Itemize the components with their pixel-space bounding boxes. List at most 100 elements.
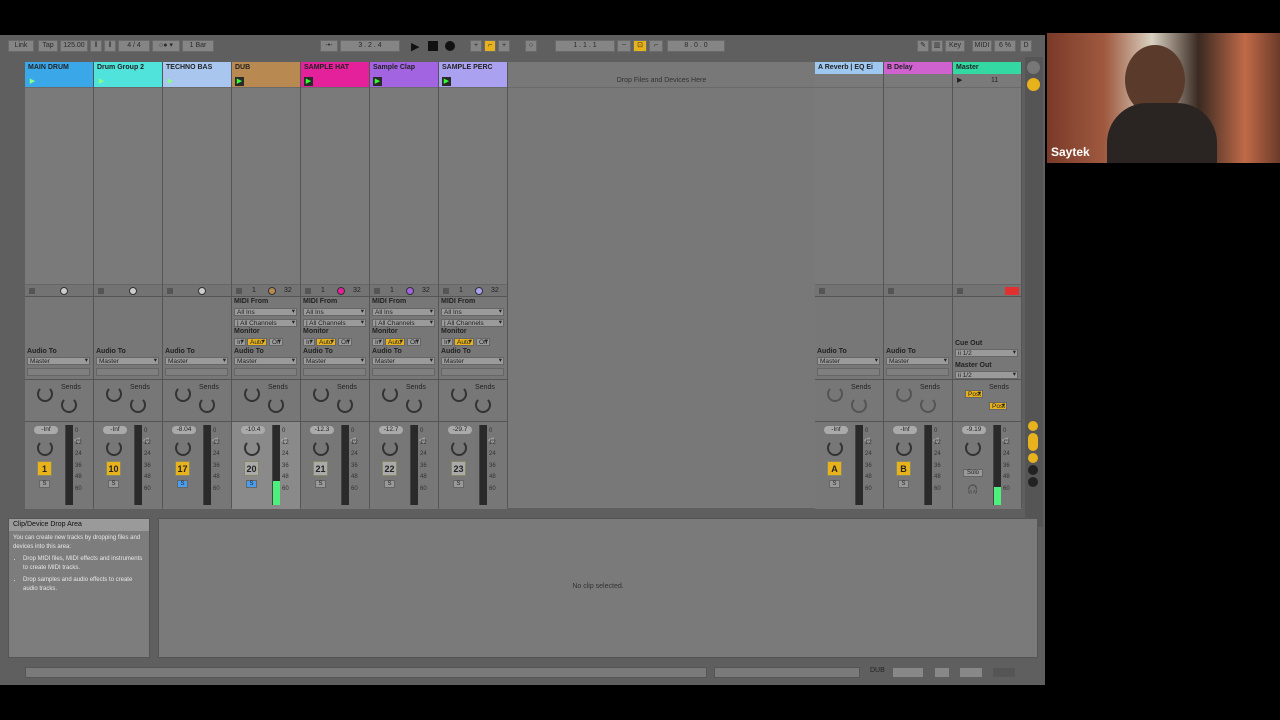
headphone-icon[interactable]: 🎧 [967, 484, 978, 495]
midi-channel-select[interactable]: | All Channels [234, 319, 297, 327]
clip-slot-grid[interactable] [94, 88, 162, 285]
punch-out-button[interactable]: ⌐ [649, 40, 663, 52]
track-activator-button[interactable]: 23 [451, 461, 466, 476]
track-activator-button[interactable]: 1 [37, 461, 52, 476]
pan-knob[interactable] [965, 440, 981, 456]
nudge-up-button[interactable]: ‖ [104, 40, 116, 52]
clip-stop-icon[interactable] [29, 288, 35, 294]
scene-launch-icon[interactable]: ▶ [957, 76, 962, 84]
crossfader-toggle-icon[interactable] [1028, 477, 1038, 487]
monitor-off-button[interactable]: Off [407, 338, 421, 346]
stop-button[interactable] [428, 41, 438, 51]
clip-stop-icon[interactable] [374, 288, 380, 294]
track-strip[interactable]: SAMPLE PERC ▶ 1 32 MIDI From All Ins | All Cha… [439, 62, 508, 509]
monitor-off-button[interactable]: Off [476, 338, 490, 346]
track-activator-button[interactable]: 10 [106, 461, 121, 476]
tap-button[interactable]: Tap [38, 40, 58, 52]
send-b-knob[interactable] [199, 397, 215, 413]
track-strip[interactable]: Sample Clap ▶ 1 32 MIDI From All Ins | All Cha… [370, 62, 439, 509]
solo-button[interactable]: S [453, 480, 464, 488]
sends-toggle-icon[interactable] [1028, 433, 1038, 451]
clip-slot[interactable] [815, 74, 883, 88]
audio-to-select[interactable]: Master [817, 357, 880, 365]
punch-in-button[interactable]: ~ [617, 40, 631, 52]
volume-value[interactable]: -Inf [103, 426, 127, 434]
clip-slot[interactable]: ▶ [163, 74, 231, 88]
solo-button[interactable]: S [829, 480, 840, 488]
monitor-auto-button[interactable]: Auto [385, 338, 405, 346]
pan-knob[interactable] [896, 440, 912, 456]
audio-to-select[interactable]: Master [441, 357, 504, 365]
mixer-toggle-icon[interactable] [1028, 465, 1038, 475]
clip-stop-icon[interactable] [98, 288, 104, 294]
post-button-b[interactable]: Post [989, 402, 1007, 410]
audio-to-select[interactable]: Master [372, 357, 435, 365]
solo-button[interactable]: S [384, 480, 395, 488]
track-name-header[interactable]: B Delay [884, 62, 952, 74]
returns-toggle-icon[interactable] [1028, 453, 1038, 463]
pan-knob[interactable] [382, 440, 398, 456]
audio-to-select[interactable]: Master [27, 357, 90, 365]
send-a-knob[interactable] [313, 386, 329, 402]
clip-slot-grid[interactable] [953, 88, 1021, 285]
audio-to-select[interactable]: Master [234, 357, 297, 365]
monitor-in-button[interactable]: In [441, 338, 453, 346]
solo-button[interactable]: S [108, 480, 119, 488]
io-toggle-icon[interactable] [1028, 421, 1038, 431]
audio-to-select[interactable]: Master [303, 357, 366, 365]
send-b-knob[interactable] [475, 397, 491, 413]
volume-value[interactable]: -10.4 [241, 426, 265, 434]
record-button[interactable] [445, 41, 455, 51]
clip-stop-icon[interactable] [443, 288, 449, 294]
time-signature-field[interactable]: 4 / 4 [118, 40, 150, 52]
clip-play-icon[interactable]: ▶ [28, 77, 37, 86]
clip-play-icon[interactable]: ▶ [166, 77, 175, 86]
clip-slot[interactable]: ▶ [232, 74, 300, 88]
clip-slot[interactable]: ▶ 11 [953, 74, 1021, 88]
clip-slot-grid[interactable] [232, 88, 300, 285]
monitor-auto-button[interactable]: Auto [454, 338, 474, 346]
pan-knob[interactable] [451, 440, 467, 456]
session-view-icon[interactable] [1027, 61, 1040, 74]
track-name-header[interactable]: SAMPLE PERC [439, 62, 507, 74]
pan-knob[interactable] [106, 440, 122, 456]
track-strip[interactable]: MAIN DRUM▶Audio ToMasterSends-Inf1S◁0122… [25, 62, 94, 509]
clip-stop-icon[interactable] [305, 288, 311, 294]
clip-slot[interactable]: ▶ [301, 74, 369, 88]
reenable-automation-button[interactable]: + [498, 40, 510, 52]
clip-play-icon[interactable]: ▶ [442, 77, 451, 86]
track-name-header[interactable]: A Reverb | EQ Ei [815, 62, 883, 74]
output-channel-field[interactable] [372, 368, 435, 376]
send-b-knob[interactable] [61, 397, 77, 413]
send-a-knob[interactable] [451, 386, 467, 402]
post-button-a[interactable]: Post [965, 390, 983, 398]
pan-knob[interactable] [37, 440, 53, 456]
return-activator-button[interactable]: A [827, 461, 842, 476]
send-b-knob[interactable] [920, 397, 936, 413]
volume-value[interactable]: -9.19 [962, 426, 986, 434]
send-a-knob[interactable] [244, 386, 260, 402]
monitor-auto-button[interactable]: Auto [247, 338, 267, 346]
send-b-knob[interactable] [130, 397, 146, 413]
loop-button[interactable]: ⊡ [633, 40, 647, 52]
pan-knob[interactable] [244, 440, 260, 456]
solo-button[interactable]: S [177, 480, 188, 488]
output-channel-field[interactable] [886, 368, 949, 376]
output-channel-field[interactable] [96, 368, 159, 376]
monitor-in-button[interactable]: In [234, 338, 246, 346]
monitor-in-button[interactable]: In [372, 338, 384, 346]
midi-from-select[interactable]: All Ins [303, 308, 366, 316]
clip-slot[interactable] [884, 74, 952, 88]
volume-value[interactable]: -Inf [824, 426, 848, 434]
send-a-knob[interactable] [175, 386, 191, 402]
midi-channel-select[interactable]: | All Channels [303, 319, 366, 327]
track-name-header[interactable]: DUB [232, 62, 300, 74]
metronome-button[interactable]: ○● ▾ [152, 40, 180, 52]
midi-from-select[interactable]: All Ins [441, 308, 504, 316]
return-strip[interactable]: A Reverb | EQ Ei Audio To Master Sends -Inf A… [815, 62, 884, 509]
clip-stop-icon[interactable] [957, 288, 963, 294]
track-strip[interactable]: DUB ▶ 1 32 MIDI From All Ins | All ChannelsMon… [232, 62, 301, 509]
return-strip[interactable]: B DelayAudio ToMasterSends-InfBS◁0122436… [884, 62, 953, 509]
midi-channel-select[interactable]: | All Channels [372, 319, 435, 327]
clip-view-toggle[interactable] [960, 668, 982, 677]
